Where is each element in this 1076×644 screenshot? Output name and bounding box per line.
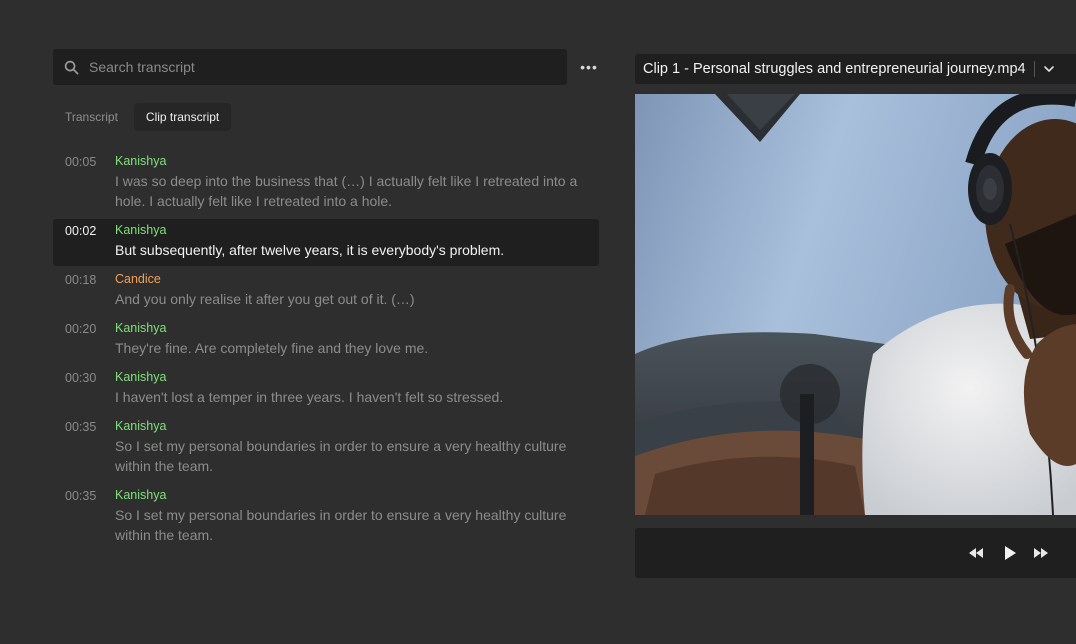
transcript-text: But subsequently, after twelve years, it… bbox=[115, 242, 505, 258]
entry-body: Candice And you only realise it after you… bbox=[115, 272, 587, 309]
transcript-entry[interactable]: 00:35 Kanishya So I set my personal bounda… bbox=[53, 484, 599, 551]
search-icon bbox=[63, 59, 79, 75]
speaker-name: Kanishya bbox=[115, 370, 167, 384]
speaker-name: Kanishya bbox=[115, 154, 167, 168]
tab-transcript[interactable]: Transcript bbox=[53, 103, 130, 131]
video-player[interactable] bbox=[635, 94, 1076, 515]
timestamp[interactable]: 00:35 bbox=[65, 488, 115, 545]
speaker-name: Kanishya bbox=[115, 223, 167, 237]
entry-body: Kanishya But subsequently, after twelve y… bbox=[115, 223, 587, 260]
timestamp[interactable]: 00:20 bbox=[65, 321, 115, 358]
transcript-entry[interactable]: 00:35 Kanishya So I set my personal bounda… bbox=[53, 415, 599, 482]
speaker-name: Candice bbox=[115, 272, 161, 286]
speaker-name: Kanishya bbox=[115, 419, 167, 433]
chevron-down-icon[interactable] bbox=[1043, 62, 1057, 76]
transcript-list: 00:05 Kanishya I was so deep into the busi… bbox=[53, 150, 599, 553]
play-icon[interactable] bbox=[1000, 543, 1020, 563]
transcript-entry[interactable]: 00:30 Kanishya I haven't lost a temper in … bbox=[53, 366, 599, 413]
tab-clip-transcript[interactable]: Clip transcript bbox=[133, 103, 232, 131]
transcript-entry[interactable]: 00:02 Kanishya But subsequently, after twe… bbox=[53, 219, 599, 266]
rewind-icon[interactable] bbox=[966, 543, 986, 563]
entry-body: Kanishya They're fine. Are completely fin… bbox=[115, 321, 587, 358]
search-bar[interactable] bbox=[53, 49, 567, 85]
clip-divider bbox=[1033, 61, 1035, 77]
entry-body: Kanishya So I set my personal boundaries … bbox=[115, 488, 587, 545]
transcript-text: So I set my personal boundaries in order… bbox=[115, 438, 567, 474]
timestamp[interactable]: 00:30 bbox=[65, 370, 115, 407]
transcript-entry[interactable]: 00:05 Kanishya I was so deep into the busi… bbox=[53, 150, 599, 217]
entry-body: Kanishya I was so deep into the business … bbox=[115, 154, 587, 211]
transcript-entry[interactable]: 00:20 Kanishya They're fine. Are completel… bbox=[53, 317, 599, 364]
clip-selector[interactable]: Clip 1 - Personal struggles and entrepre… bbox=[635, 54, 1076, 84]
timestamp[interactable]: 00:18 bbox=[65, 272, 115, 309]
transcript-tabs: Transcript Clip transcript bbox=[53, 103, 232, 131]
transcript-text: And you only realise it after you get ou… bbox=[115, 291, 415, 307]
fast-forward-icon[interactable] bbox=[1031, 543, 1051, 563]
transcript-text: I haven't lost a temper in three years. … bbox=[115, 389, 504, 405]
timestamp[interactable]: 00:05 bbox=[65, 154, 115, 211]
entry-body: Kanishya I haven't lost a temper in three… bbox=[115, 370, 587, 407]
more-options-button[interactable]: ••• bbox=[576, 57, 602, 77]
speaker-name: Kanishya bbox=[115, 488, 167, 502]
transcript-text: I was so deep into the business that (…)… bbox=[115, 173, 578, 209]
transcript-text: They're fine. Are completely fine and th… bbox=[115, 340, 429, 356]
video-frame-image bbox=[635, 94, 1076, 515]
player-controls bbox=[635, 528, 1076, 578]
clip-title: Clip 1 - Personal struggles and entrepre… bbox=[643, 61, 1026, 77]
transcript-entry[interactable]: 00:18 Candice And you only realise it afte… bbox=[53, 268, 599, 315]
entry-body: Kanishya So I set my personal boundaries … bbox=[115, 419, 587, 476]
search-input[interactable] bbox=[89, 59, 529, 75]
timestamp[interactable]: 00:02 bbox=[65, 223, 115, 260]
speaker-name: Kanishya bbox=[115, 321, 167, 335]
timestamp[interactable]: 00:35 bbox=[65, 419, 115, 476]
transcript-text: So I set my personal boundaries in order… bbox=[115, 507, 567, 543]
